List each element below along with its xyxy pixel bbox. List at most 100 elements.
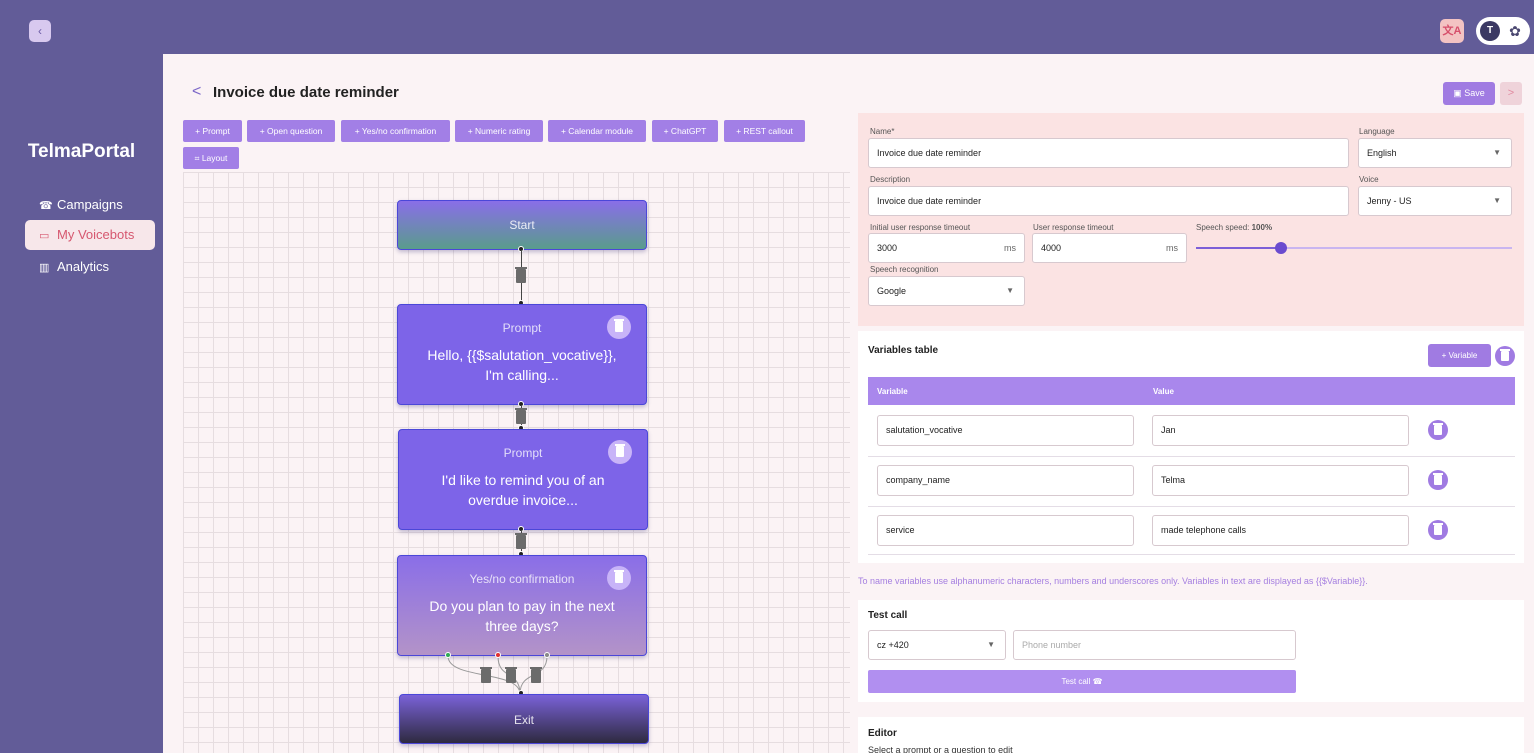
chevron-down-icon: ▼: [987, 640, 995, 649]
next-button[interactable]: >: [1500, 82, 1522, 105]
variable-value-field[interactable]: Telma: [1152, 465, 1409, 496]
branch-edges: [447, 655, 548, 695]
row-divider: [868, 554, 1515, 555]
column-variable: Variable: [877, 387, 908, 396]
delete-edge-icon[interactable]: [530, 667, 542, 683]
initial-timeout-value: 3000: [877, 243, 898, 253]
voice-value: Jenny - US: [1367, 196, 1412, 206]
delete-node-button[interactable]: [607, 315, 631, 339]
voice-select[interactable]: Jenny - US ▼: [1358, 186, 1512, 216]
layout-button[interactable]: ⌗ Layout: [183, 147, 239, 169]
add-open-question-button[interactable]: + Open question: [247, 120, 335, 142]
chevron-down-icon: ▼: [1493, 196, 1501, 205]
delete-edge-icon[interactable]: [515, 267, 527, 283]
language-switch-button[interactable]: 文A: [1440, 19, 1464, 43]
flow-node[interactable]: Prompt Hello, {{$salutation_vocative}}, …: [397, 304, 647, 405]
speech-speed-slider[interactable]: [1196, 247, 1512, 249]
trash-icon: [1500, 349, 1510, 361]
collapse-sidebar-button[interactable]: ‹: [29, 20, 51, 42]
speech-recognition-select[interactable]: Google ▼: [868, 276, 1025, 306]
chat-icon: ▭: [39, 230, 50, 242]
delete-variable-button[interactable]: [1428, 520, 1448, 540]
gear-icon[interactable]: ✿: [1505, 20, 1525, 40]
avatar[interactable]: T: [1480, 21, 1500, 41]
trash-icon: [1433, 523, 1443, 535]
trash-icon: [615, 444, 625, 457]
flow-start-node[interactable]: Start: [397, 200, 647, 250]
node-text: Do you plan to pay in the next three day…: [429, 598, 615, 634]
unit-label: ms: [1166, 243, 1178, 253]
country-code-value: cz +420: [877, 640, 909, 650]
flow-node[interactable]: Yes/no confirmation Do you plan to pay i…: [397, 555, 647, 656]
phone-icon: ☎: [39, 200, 53, 212]
delete-edge-icon[interactable]: [515, 408, 527, 424]
delete-variable-button[interactable]: [1428, 470, 1448, 490]
trash-icon: [1433, 423, 1443, 435]
voice-label: Voice: [1359, 175, 1379, 184]
editor-title: Editor: [868, 728, 897, 739]
node-label: Exit: [513, 713, 534, 727]
variables-title: Variables table: [868, 345, 939, 356]
no-output-dot[interactable]: [495, 652, 501, 658]
trash-icon: [614, 570, 624, 583]
delete-variable-button[interactable]: [1428, 420, 1448, 440]
waveform-logo-icon: [45, 62, 135, 110]
save-button[interactable]: ▣ Save: [1443, 82, 1495, 105]
sidebar-item-label: Analytics: [57, 259, 110, 274]
flow-node[interactable]: Prompt I'd like to remind you of an over…: [398, 429, 648, 530]
delete-edge-icon[interactable]: [480, 667, 492, 683]
variable-value-field[interactable]: made telephone calls: [1152, 515, 1409, 546]
sidebar-item-campaigns[interactable]: ☎ Campaigns: [25, 190, 155, 220]
node-label: Start: [509, 218, 535, 232]
add-chatgpt-button[interactable]: + ChatGPT: [652, 120, 718, 142]
add-variable-button[interactable]: + Variable: [1428, 344, 1491, 367]
sidebar-item-analytics[interactable]: ▥ Analytics: [25, 252, 155, 282]
test-call-button[interactable]: Test call ☎: [868, 670, 1296, 693]
layout-label: Layout: [201, 153, 228, 163]
sidebar: TelmaPortal ☎ Campaigns ▭ My Voicebots ▥ An…: [0, 54, 163, 753]
delete-edge-icon[interactable]: [505, 667, 517, 683]
layout-icon: ⌗: [194, 153, 200, 163]
timeout-value: 4000: [1041, 243, 1062, 253]
chevron-down-icon: ▼: [1006, 286, 1014, 295]
flow-exit-node[interactable]: Exit: [399, 694, 649, 744]
speech-recognition-label: Speech recognition: [870, 265, 939, 274]
delete-edge-icon[interactable]: [515, 533, 527, 549]
row-divider: [868, 506, 1515, 507]
back-button[interactable]: <: [192, 83, 201, 101]
test-call-title: Test call: [868, 610, 908, 621]
sidebar-item-my-voicebots[interactable]: ▭ My Voicebots: [25, 220, 155, 250]
variable-name-field[interactable]: salutation_vocative: [877, 415, 1134, 446]
trash-icon: [614, 319, 624, 332]
unit-label: ms: [1004, 243, 1016, 253]
description-label: Description: [870, 175, 911, 184]
variable-name-field[interactable]: company_name: [877, 465, 1134, 496]
delete-node-button[interactable]: [607, 566, 631, 590]
name-field[interactable]: Invoice due date reminder: [868, 138, 1349, 168]
add-yes-no-button[interactable]: + Yes/no confirmation: [341, 120, 450, 142]
translate-icon: 文A: [1442, 25, 1462, 37]
add-prompt-button[interactable]: + Prompt: [183, 120, 242, 142]
chevron-down-icon: ▼: [1493, 148, 1501, 157]
language-select[interactable]: English ▼: [1358, 138, 1512, 168]
node-text: Hello, {{$salutation_vocative}}, I'm cal…: [427, 347, 617, 383]
variable-value-field[interactable]: Jan: [1152, 415, 1409, 446]
initial-timeout-field[interactable]: 3000 ms: [868, 233, 1025, 263]
variable-name-field[interactable]: service: [877, 515, 1134, 546]
user-menu[interactable]: T ✿: [1476, 17, 1530, 45]
editor-hint: Select a prompt or a question to edit: [868, 745, 1013, 753]
delete-node-button[interactable]: [608, 440, 632, 464]
description-field[interactable]: Invoice due date reminder: [868, 186, 1349, 216]
chevron-left-icon: ‹: [38, 24, 42, 38]
other-output-dot[interactable]: [544, 652, 550, 658]
add-calendar-button[interactable]: + Calendar module: [548, 120, 646, 142]
yes-output-dot[interactable]: [445, 652, 451, 658]
phone-number-input[interactable]: Phone number: [1013, 630, 1296, 660]
language-label: Language: [1359, 127, 1395, 136]
country-code-select[interactable]: cz +420 ▼: [868, 630, 1006, 660]
page-title: Invoice due date reminder: [213, 84, 399, 101]
add-rest-callout-button[interactable]: + REST callout: [724, 120, 805, 142]
delete-all-variables-button[interactable]: [1495, 346, 1515, 366]
add-numeric-rating-button[interactable]: + Numeric rating: [455, 120, 543, 142]
timeout-field[interactable]: 4000 ms: [1032, 233, 1187, 263]
